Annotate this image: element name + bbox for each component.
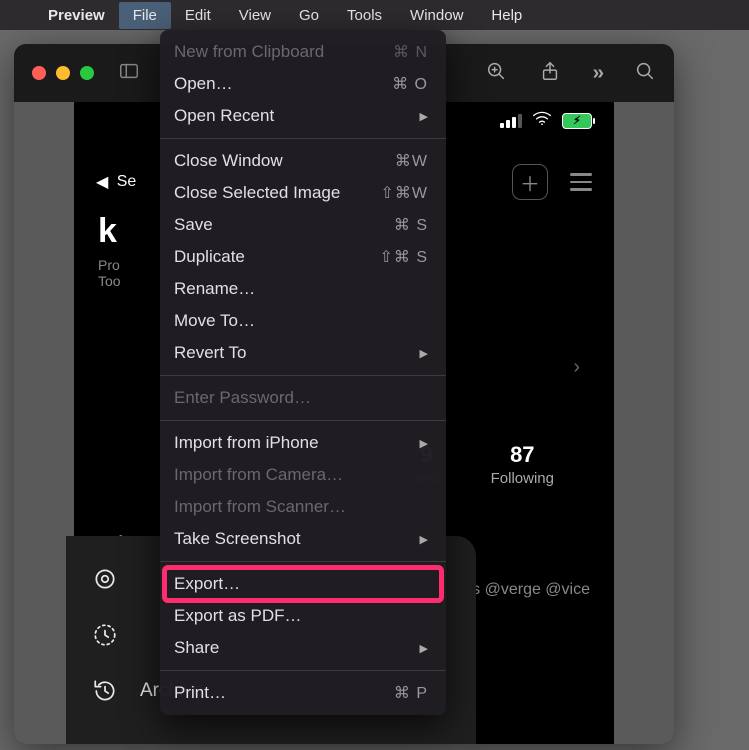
add-button[interactable]: ＋ <box>512 164 548 200</box>
menu-item-take-screenshot[interactable]: Take Screenshot ▶ <box>160 523 446 555</box>
menu-item-import-from-scanner: Import from Scanner… <box>160 491 446 523</box>
back-link[interactable]: ◀ Se <box>96 172 136 192</box>
menu-item-print[interactable]: Print… ⌘ P <box>160 677 446 709</box>
menu-item-label: Save <box>174 215 213 235</box>
menu-item-revert-to[interactable]: Revert To ▶ <box>160 337 446 369</box>
file-menu-dropdown: New from Clipboard ⌘ N Open… ⌘ O Open Recent… <box>160 30 446 715</box>
menu-item-label: Duplicate <box>174 247 245 267</box>
menu-item-label: Revert To <box>174 343 246 363</box>
submenu-chevron-icon: ▶ <box>420 642 428 655</box>
app-name[interactable]: Preview <box>34 7 119 24</box>
share-icon[interactable] <box>539 60 561 87</box>
menu-item-label: Import from Scanner… <box>174 497 346 517</box>
cellular-signal-icon <box>500 114 522 128</box>
keyboard-shortcut: ⌘W <box>395 151 428 171</box>
minimize-window-button[interactable] <box>56 66 70 80</box>
menu-item-export-as-pdf[interactable]: Export as PDF… <box>160 600 446 632</box>
keyboard-shortcut: ⌘ N <box>393 42 428 62</box>
keyboard-shortcut: ⌘ P <box>394 683 428 703</box>
menu-item-label: Close Window <box>174 151 283 171</box>
menu-item-label: Import from iPhone <box>174 433 319 453</box>
menu-item-import-from-iphone[interactable]: Import from iPhone ▶ <box>160 427 446 459</box>
phone-status-bar: ⚡︎ <box>500 110 592 131</box>
close-window-button[interactable] <box>32 66 46 80</box>
menu-window[interactable]: Window <box>396 2 477 29</box>
macos-menubar: Preview File Edit View Go Tools Window H… <box>0 0 749 30</box>
menu-separator <box>160 420 446 421</box>
profile-detail-chevron-icon[interactable]: › <box>573 356 580 379</box>
traffic-lights <box>32 66 94 80</box>
profile-name-partial: k <box>98 212 121 251</box>
menu-item-label: Open Recent <box>174 106 274 126</box>
submenu-chevron-icon: ▶ <box>420 347 428 360</box>
menu-item-label: Rename… <box>174 279 255 299</box>
menu-item-new-from-clipboard: New from Clipboard ⌘ N <box>160 36 446 68</box>
menu-item-save[interactable]: Save ⌘ S <box>160 209 446 241</box>
sidebar-toggle-icon[interactable] <box>118 60 140 87</box>
menu-item-duplicate[interactable]: Duplicate ⇧⌘ S <box>160 241 446 273</box>
menu-item-label: Close Selected Image <box>174 183 340 203</box>
menu-go[interactable]: Go <box>285 2 333 29</box>
menu-item-open-recent[interactable]: Open Recent ▶ <box>160 100 446 132</box>
submenu-chevron-icon: ▶ <box>420 437 428 450</box>
menu-icon[interactable] <box>570 173 592 191</box>
menu-separator <box>160 138 446 139</box>
menu-help[interactable]: Help <box>477 2 536 29</box>
menu-item-label: Move To… <box>174 311 255 331</box>
submenu-chevron-icon: ▶ <box>420 110 428 123</box>
menu-view[interactable]: View <box>225 2 285 29</box>
menu-item-rename[interactable]: Rename… <box>160 273 446 305</box>
more-icon[interactable]: ›› <box>593 62 602 85</box>
menu-item-label: Print… <box>174 683 226 703</box>
menu-tools[interactable]: Tools <box>333 2 396 29</box>
menu-item-label: Import from Camera… <box>174 465 343 485</box>
menu-item-share[interactable]: Share ▶ <box>160 632 446 664</box>
menu-separator <box>160 670 446 671</box>
battery-icon: ⚡︎ <box>562 113 592 129</box>
fullscreen-window-button[interactable] <box>80 66 94 80</box>
menu-item-label: Take Screenshot <box>174 529 301 549</box>
menu-item-label: Share <box>174 638 219 658</box>
submenu-chevron-icon: ▶ <box>420 533 428 546</box>
menu-item-close-window[interactable]: Close Window ⌘W <box>160 145 446 177</box>
keyboard-shortcut: ⇧⌘ S <box>379 247 428 267</box>
menu-item-label: Enter Password… <box>174 388 311 408</box>
menu-edit[interactable]: Edit <box>171 2 225 29</box>
menu-item-label: Export… <box>174 574 240 594</box>
menu-file[interactable]: File <box>119 2 171 29</box>
keyboard-shortcut: ⌘ O <box>392 74 428 94</box>
stat-following[interactable]: 87 Following <box>491 442 554 487</box>
menu-item-export[interactable]: Export… <box>160 568 446 600</box>
menu-item-move-to[interactable]: Move To… <box>160 305 446 337</box>
zoom-in-icon[interactable] <box>485 60 507 87</box>
menu-separator <box>160 375 446 376</box>
menu-item-close-selected-image[interactable]: Close Selected Image ⇧⌘W <box>160 177 446 209</box>
menu-item-enter-password: Enter Password… <box>160 382 446 414</box>
menu-item-open[interactable]: Open… ⌘ O <box>160 68 446 100</box>
menu-separator <box>160 561 446 562</box>
wifi-icon <box>532 110 552 131</box>
profile-subtitle: Pro Too <box>98 257 121 289</box>
menu-item-import-from-camera: Import from Camera… <box>160 459 446 491</box>
profile-heading: k Pro Too <box>98 212 121 289</box>
menu-item-label: New from Clipboard <box>174 42 324 62</box>
menu-item-label: Open… <box>174 74 233 94</box>
search-icon[interactable] <box>634 60 656 87</box>
keyboard-shortcut: ⇧⌘W <box>380 183 428 203</box>
menu-item-label: Export as PDF… <box>174 606 302 626</box>
keyboard-shortcut: ⌘ S <box>394 215 428 235</box>
